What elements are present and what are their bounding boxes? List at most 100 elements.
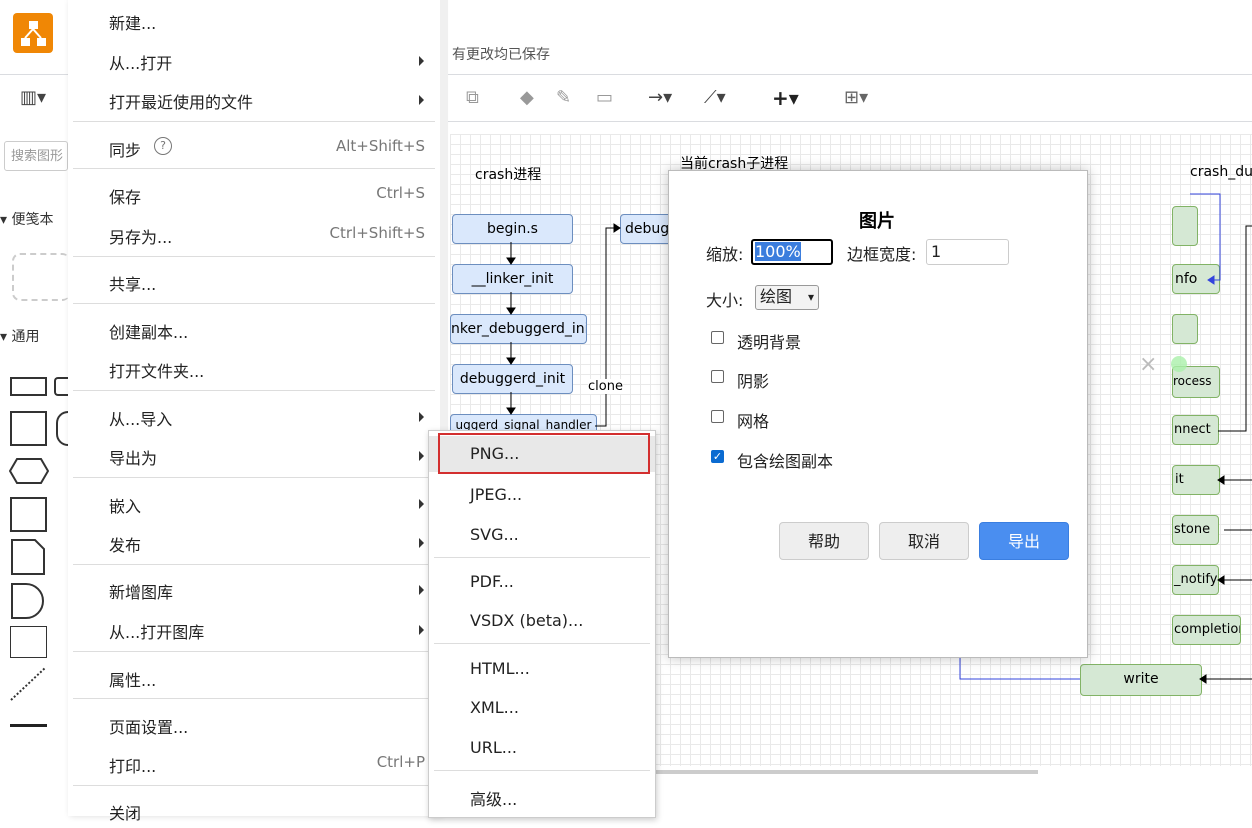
menu-item-shortcut: Ctrl+P <box>376 753 425 771</box>
menu-item-import-from[interactable]: 从...导入 <box>68 398 440 434</box>
menu-separator <box>73 651 435 652</box>
submenu-item-label: VSDX (beta)... <box>470 611 584 630</box>
file-menu: 新建... 从...打开 打开最近使用的文件 同步? Alt+Shift+S 保存… <box>68 0 441 823</box>
shape-search-input[interactable]: 搜索图形 <box>4 141 68 171</box>
waypoints-icon[interactable]: ⟋▾ <box>704 87 726 109</box>
menu-item-save[interactable]: 保存 Ctrl+S <box>68 176 440 212</box>
menu-item-duplicate[interactable]: 创建副本... <box>68 311 440 347</box>
connection-icon[interactable]: →▾ <box>648 87 672 109</box>
export-jpeg-item[interactable]: JPEG... <box>429 477 655 513</box>
menu-item-share[interactable]: 共享... <box>68 263 440 299</box>
menu-item-properties[interactable]: 属性... <box>68 659 440 695</box>
size-select-value: 绘图 <box>760 287 793 306</box>
circle-shape[interactable] <box>56 411 68 446</box>
line-color-icon[interactable]: ✎ <box>556 87 571 109</box>
save-status-text: 有更改均已保存 <box>452 47 550 63</box>
menu-item-publish[interactable]: 发布 <box>68 524 440 560</box>
submenu-arrow-icon <box>419 625 424 635</box>
scratchpad-dropzone[interactable] <box>12 253 70 301</box>
menu-item-new-library[interactable]: 新增图库 <box>68 571 440 607</box>
export-html-item[interactable]: HTML... <box>429 651 655 687</box>
to-front-icon[interactable]: ⧉ <box>466 87 479 109</box>
zoom-label: 缩放: <box>706 245 744 264</box>
rounded-rect-shape[interactable] <box>54 377 68 396</box>
square-shape[interactable] <box>10 411 47 446</box>
export-svg-item[interactable]: SVG... <box>429 517 655 553</box>
export-vsdx-item[interactable]: VSDX (beta)... <box>429 603 655 639</box>
submenu-arrow-icon <box>419 95 424 105</box>
menu-item-new[interactable]: 新建... <box>68 2 440 38</box>
menu-item-open-folder[interactable]: 打开文件夹... <box>68 350 440 386</box>
export-button[interactable]: 导出 <box>979 522 1069 560</box>
export-url-item[interactable]: URL... <box>429 730 655 766</box>
menu-item-label: 同步 <box>109 141 142 160</box>
export-advanced-item[interactable]: 高级... <box>429 778 655 814</box>
submenu-item-label: URL... <box>470 738 517 757</box>
menu-item-label: 从...导入 <box>109 410 173 429</box>
zoom-input[interactable]: 100% <box>751 239 833 265</box>
menu-item-save-as[interactable]: 另存为... Ctrl+Shift+S <box>68 216 440 252</box>
close-icon[interactable]: × <box>1139 352 1157 377</box>
shadow-checkbox[interactable] <box>711 370 724 383</box>
size-select[interactable]: 绘图 ▾ <box>755 285 819 310</box>
menu-item-label: 打印... <box>109 757 157 776</box>
option-label: 透明背景 <box>737 333 802 352</box>
export-xml-item[interactable]: XML... <box>429 690 655 726</box>
delay-shape[interactable] <box>11 583 45 623</box>
section-general-label: 通用 <box>11 329 40 345</box>
document-shape[interactable] <box>11 539 45 579</box>
menu-item-label: 属性... <box>109 671 157 690</box>
table-icon[interactable]: ⊞▾ <box>844 87 868 109</box>
menu-item-print[interactable]: 打印... Ctrl+P <box>68 745 440 781</box>
export-pdf-item[interactable]: PDF... <box>429 564 655 600</box>
hexagon-shape[interactable] <box>8 458 50 488</box>
list-shape[interactable] <box>10 626 47 658</box>
include-copy-checkbox[interactable]: ✓ <box>711 450 724 463</box>
format-panel-icon[interactable]: ▥▾ <box>20 87 46 109</box>
menu-item-page-setup[interactable]: 页面设置... <box>68 706 440 742</box>
drawio-logo-icon[interactable] <box>13 13 53 53</box>
grid-checkbox[interactable] <box>711 410 724 423</box>
cancel-button[interactable]: 取消 <box>879 522 969 560</box>
help-button[interactable]: 帮助 <box>779 522 869 560</box>
submenu-item-label: HTML... <box>470 659 530 678</box>
menu-separator <box>73 256 435 257</box>
menu-item-label: 关闭 <box>109 804 142 823</box>
menu-item-label: 打开最近使用的文件 <box>109 93 254 112</box>
menu-item-embed[interactable]: 嵌入 <box>68 485 440 521</box>
section-notes[interactable]: ▾ 便笺本 <box>0 209 53 229</box>
menu-item-label: 创建副本... <box>109 323 189 342</box>
container-shape[interactable] <box>10 497 47 532</box>
rectangle-shape[interactable] <box>10 377 47 396</box>
dashed-line-shape[interactable] <box>10 667 46 705</box>
submenu-arrow-icon <box>419 412 424 422</box>
menu-item-label: 导出为 <box>109 449 158 468</box>
menu-separator <box>73 564 435 565</box>
border-width-input[interactable]: 1 <box>926 239 1009 265</box>
shadow-icon[interactable]: ▭ <box>596 87 613 109</box>
menu-item-label: 从...打开图库 <box>109 623 205 642</box>
menu-item-label: 从...打开 <box>109 54 173 73</box>
canvas-horizontal-scrollbar[interactable] <box>654 770 1038 774</box>
section-general[interactable]: ▾ 通用 <box>0 326 39 346</box>
checkmark-icon: ✓ <box>712 450 723 463</box>
submenu-item-label: PDF... <box>470 572 514 591</box>
submenu-arrow-icon <box>419 585 424 595</box>
menu-item-label: 保存 <box>109 188 142 207</box>
menu-item-open-from[interactable]: 从...打开 <box>68 42 440 78</box>
menu-separator <box>73 121 435 122</box>
menu-item-open-recent[interactable]: 打开最近使用的文件 <box>68 81 440 117</box>
help-icon[interactable]: ? <box>154 137 172 155</box>
fill-color-icon[interactable]: ◆ <box>520 87 534 109</box>
submenu-arrow-icon <box>419 451 424 461</box>
transparent-background-checkbox[interactable] <box>711 331 724 344</box>
menu-separator <box>73 168 435 169</box>
menu-item-shortcut: Ctrl+Shift+S <box>329 224 425 242</box>
menu-item-close[interactable]: 关闭 <box>68 792 440 828</box>
insert-icon[interactable]: +▾ <box>772 87 799 109</box>
menu-item-export-as[interactable]: 导出为 <box>68 437 440 473</box>
menu-item-sync[interactable]: 同步? Alt+Shift+S <box>68 129 440 165</box>
menu-item-open-library-from[interactable]: 从...打开图库 <box>68 611 440 647</box>
zoom-value: 100% <box>755 242 801 261</box>
line-shape[interactable] <box>10 724 47 727</box>
